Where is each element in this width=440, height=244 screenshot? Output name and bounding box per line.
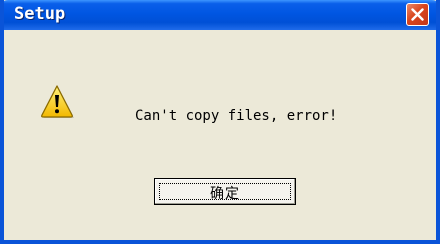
warning-icon [41, 85, 74, 118]
close-button[interactable] [406, 3, 429, 26]
ok-button-label: 确定 [210, 186, 240, 202]
error-message: Can't copy files, error! [135, 108, 338, 124]
title-bar[interactable]: Setup [4, 0, 436, 30]
close-x-icon [411, 8, 424, 21]
ok-button[interactable]: 确定 [154, 178, 296, 205]
setup-dialog: Setup Can't copy files, error! 确定 [0, 0, 440, 244]
window-title: Setup [14, 4, 66, 24]
